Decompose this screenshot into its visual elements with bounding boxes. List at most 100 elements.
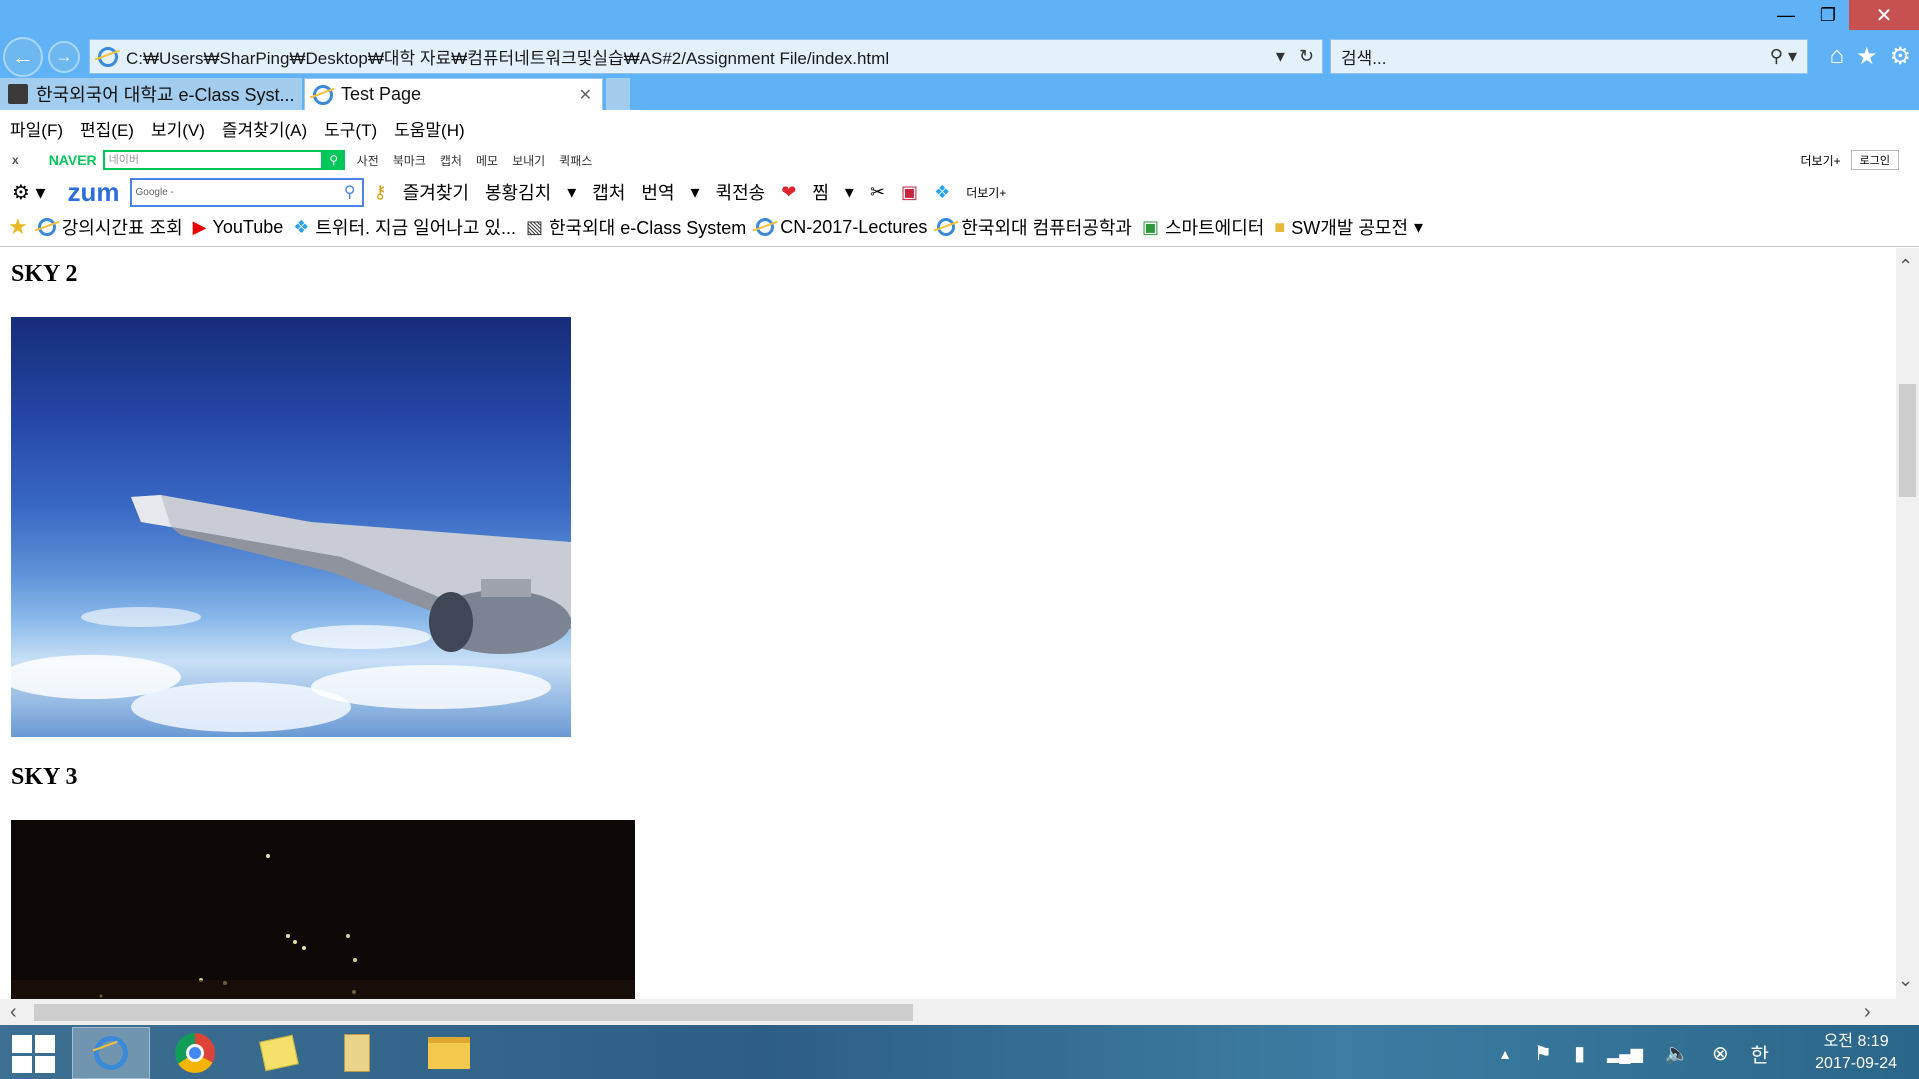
favorite-cs-dept[interactable]: 한국외대 컴퓨터공학과 [937,214,1132,240]
chevron-down-icon[interactable]: ▾ [567,182,576,203]
zum-item-translate[interactable]: 번역 [641,179,674,205]
naver-item-dictionary[interactable]: 사전 [357,152,379,169]
chevron-down-icon[interactable]: ▾ [691,182,700,203]
horizontal-scroll-thumb[interactable] [34,1004,913,1021]
vertical-scroll-thumb[interactable] [1899,384,1916,497]
internet-explorer-icon [94,1036,128,1070]
menu-favorites[interactable]: 즐겨찾기(A) [222,116,307,141]
action-center-flag-icon[interactable]: ⚑ [1534,1041,1552,1066]
refresh-icon[interactable]: ↻ [1299,46,1314,67]
naver-items: 사전 북마크 캡처 메모 보내기 퀵패스 [357,152,593,169]
naver-search-icon[interactable]: ⚲ [322,150,345,170]
favorite-youtube[interactable]: ▶ YouTube [193,217,284,238]
menu-edit[interactable]: 편집(E) [80,116,134,141]
forward-button[interactable]: → [48,41,80,73]
gear-icon[interactable]: ⚙ [1889,42,1911,71]
power-icon[interactable]: ▮ [1574,1041,1585,1066]
naver-close-button[interactable]: x [12,153,19,167]
taskbar-file[interactable] [318,1027,396,1079]
scroll-right-icon[interactable]: › [1864,1001,1871,1024]
tab-close-icon[interactable]: ✕ [579,85,592,105]
zum-logo[interactable]: zum [68,177,120,208]
naver-more-button[interactable]: 더보기+ [1800,152,1840,169]
arrow-left-icon: ← [12,44,34,69]
show-hidden-icons-icon[interactable]: ▲ [1498,1046,1512,1062]
sticky-notes-icon [259,1034,299,1072]
favorite-twitter[interactable]: ❖ 트위터. 지금 일어나고 있... [293,214,516,240]
restore-button[interactable]: ❐ [1807,0,1849,30]
favorite-cn-lectures[interactable]: CN-2017-Lectures [756,217,927,238]
naver-logo[interactable]: NAVER [49,152,97,168]
menu-help[interactable]: 도움말(H) [394,116,465,141]
scroll-down-icon[interactable]: ⌄ [1898,970,1913,991]
key-icon[interactable]: ⚷ [374,182,387,203]
favorite-eclass[interactable]: ▧ 한국외대 e-Class System [526,214,746,240]
file-icon [344,1034,370,1072]
back-button[interactable]: ← [3,37,43,77]
start-button[interactable] [12,1035,56,1073]
ime-indicator[interactable]: 한 [1751,1039,1769,1068]
disconnected-icon[interactable]: ⊗ [1712,1041,1729,1066]
add-favorite-star-icon[interactable]: ★ [8,214,28,240]
taskbar: ▲ ⚑ ▮ ▂▄▆ 🔈 ⊗ 한 오전 8:19 2017-09-24 [0,1025,1919,1079]
naver-item-quickpass[interactable]: 퀵패스 [559,152,592,169]
zum-item-capture[interactable]: 캡처 [592,179,625,205]
taskbar-file-explorer[interactable] [410,1027,488,1079]
zum-item-jjim[interactable]: 찜 [812,179,829,205]
close-button[interactable]: ✕ [1849,0,1919,30]
naver-login-button[interactable]: 로그인 [1850,150,1899,170]
naver-item-capture[interactable]: 캡처 [440,152,462,169]
zum-toolbar: ⚙ ▾ zum Google - ⚲ ⚷ 즐겨찾기 봉황김치 ▾ 캡처 번역 ▾… [0,176,1919,208]
taskbar-internet-explorer[interactable] [72,1027,150,1079]
settings-icon[interactable]: ⚙ ▾ [12,180,46,205]
volume-icon[interactable]: 🔈 [1665,1041,1690,1066]
zum-items: ⚷ 즐겨찾기 봉황김치 ▾ 캡처 번역 ▾ 퀵전송 ❤ 찜 ▾ ✂ ▣ ❖ 더보… [374,179,1007,205]
twitter-icon: ❖ [293,216,310,237]
naver-item-memo[interactable]: 메모 [476,152,498,169]
naver-search-input[interactable]: 네이버 [102,150,323,170]
menu-tools[interactable]: 도구(T) [324,116,377,141]
broom-icon[interactable]: ✂ [870,182,885,203]
search-icon[interactable]: ⚲ [344,180,356,205]
favorites-star-icon[interactable]: ★ [1856,42,1878,71]
taskbar-sticky-notes[interactable] [240,1027,318,1079]
menu-view[interactable]: 보기(V) [151,116,205,141]
scroll-up-icon[interactable]: ⌃ [1898,256,1913,277]
zum-item-quicksend[interactable]: 퀵전송 [716,179,766,205]
favorite-smart-editor[interactable]: ▣ 스마트에디터 [1142,214,1264,240]
google-search-input[interactable]: Google - ⚲ [129,177,364,207]
network-signal-icon[interactable]: ▂▄▆ [1607,1044,1643,1064]
address-url[interactable]: C:₩Users₩SharPing₩Desktop₩대학 자료₩컴퓨터네트워크및… [126,44,889,69]
twitter-icon[interactable]: ❖ [934,182,950,203]
naver-item-send[interactable]: 보내기 [512,152,545,169]
zum-more-button[interactable]: 더보기+ [966,184,1006,201]
horizontal-scrollbar[interactable]: ‹ › [0,999,1896,1025]
scroll-left-icon[interactable]: ‹ [10,1001,17,1024]
favorite-timetable[interactable]: 강의시간표 조회 [37,214,183,240]
address-bar[interactable]: C:₩Users₩SharPing₩Desktop₩대학 자료₩컴퓨터네트워크및… [89,39,1323,74]
naver-item-bookmark[interactable]: 북마크 [393,152,426,169]
folder-icon: ■ [1274,216,1286,237]
search-icon[interactable]: ⚲ ▾ [1770,46,1797,67]
editor-icon: ▣ [1141,216,1159,237]
search-input[interactable]: 검색... ⚲ ▾ [1330,39,1808,74]
minimize-button[interactable]: — [1765,0,1807,30]
menu-file[interactable]: 파일(F) [10,116,63,141]
heart-icon[interactable]: ❤ [781,182,796,203]
youtube-icon: ▶ [192,216,207,237]
clock[interactable]: 오전 8:19 2017-09-24 [1815,1031,1897,1075]
new-tab-button[interactable] [606,78,630,110]
zum-item-favorites[interactable]: 즐겨찾기 [403,179,469,205]
chevron-down-icon: ▾ [1414,216,1424,237]
book-icon[interactable]: ▣ [901,182,918,203]
taskbar-chrome[interactable] [156,1027,234,1079]
zum-item-kimchi[interactable]: 봉황김치 [485,179,551,205]
vertical-scrollbar[interactable]: ⌃ ⌄ [1896,248,1919,999]
tab-eclass[interactable]: 한국외국어 대학교 e-Class Syst... [0,78,302,110]
chevron-down-icon[interactable]: ▾ [845,182,854,203]
tab-test-page[interactable]: Test Page ✕ [304,78,603,110]
home-icon[interactable]: ⌂ [1829,42,1844,71]
chevron-down-icon[interactable]: ▾ [1276,46,1285,67]
arrow-right-icon: → [55,47,73,66]
favorite-sw-contest[interactable]: ■ SW개발 공모전 ▾ [1274,214,1423,240]
